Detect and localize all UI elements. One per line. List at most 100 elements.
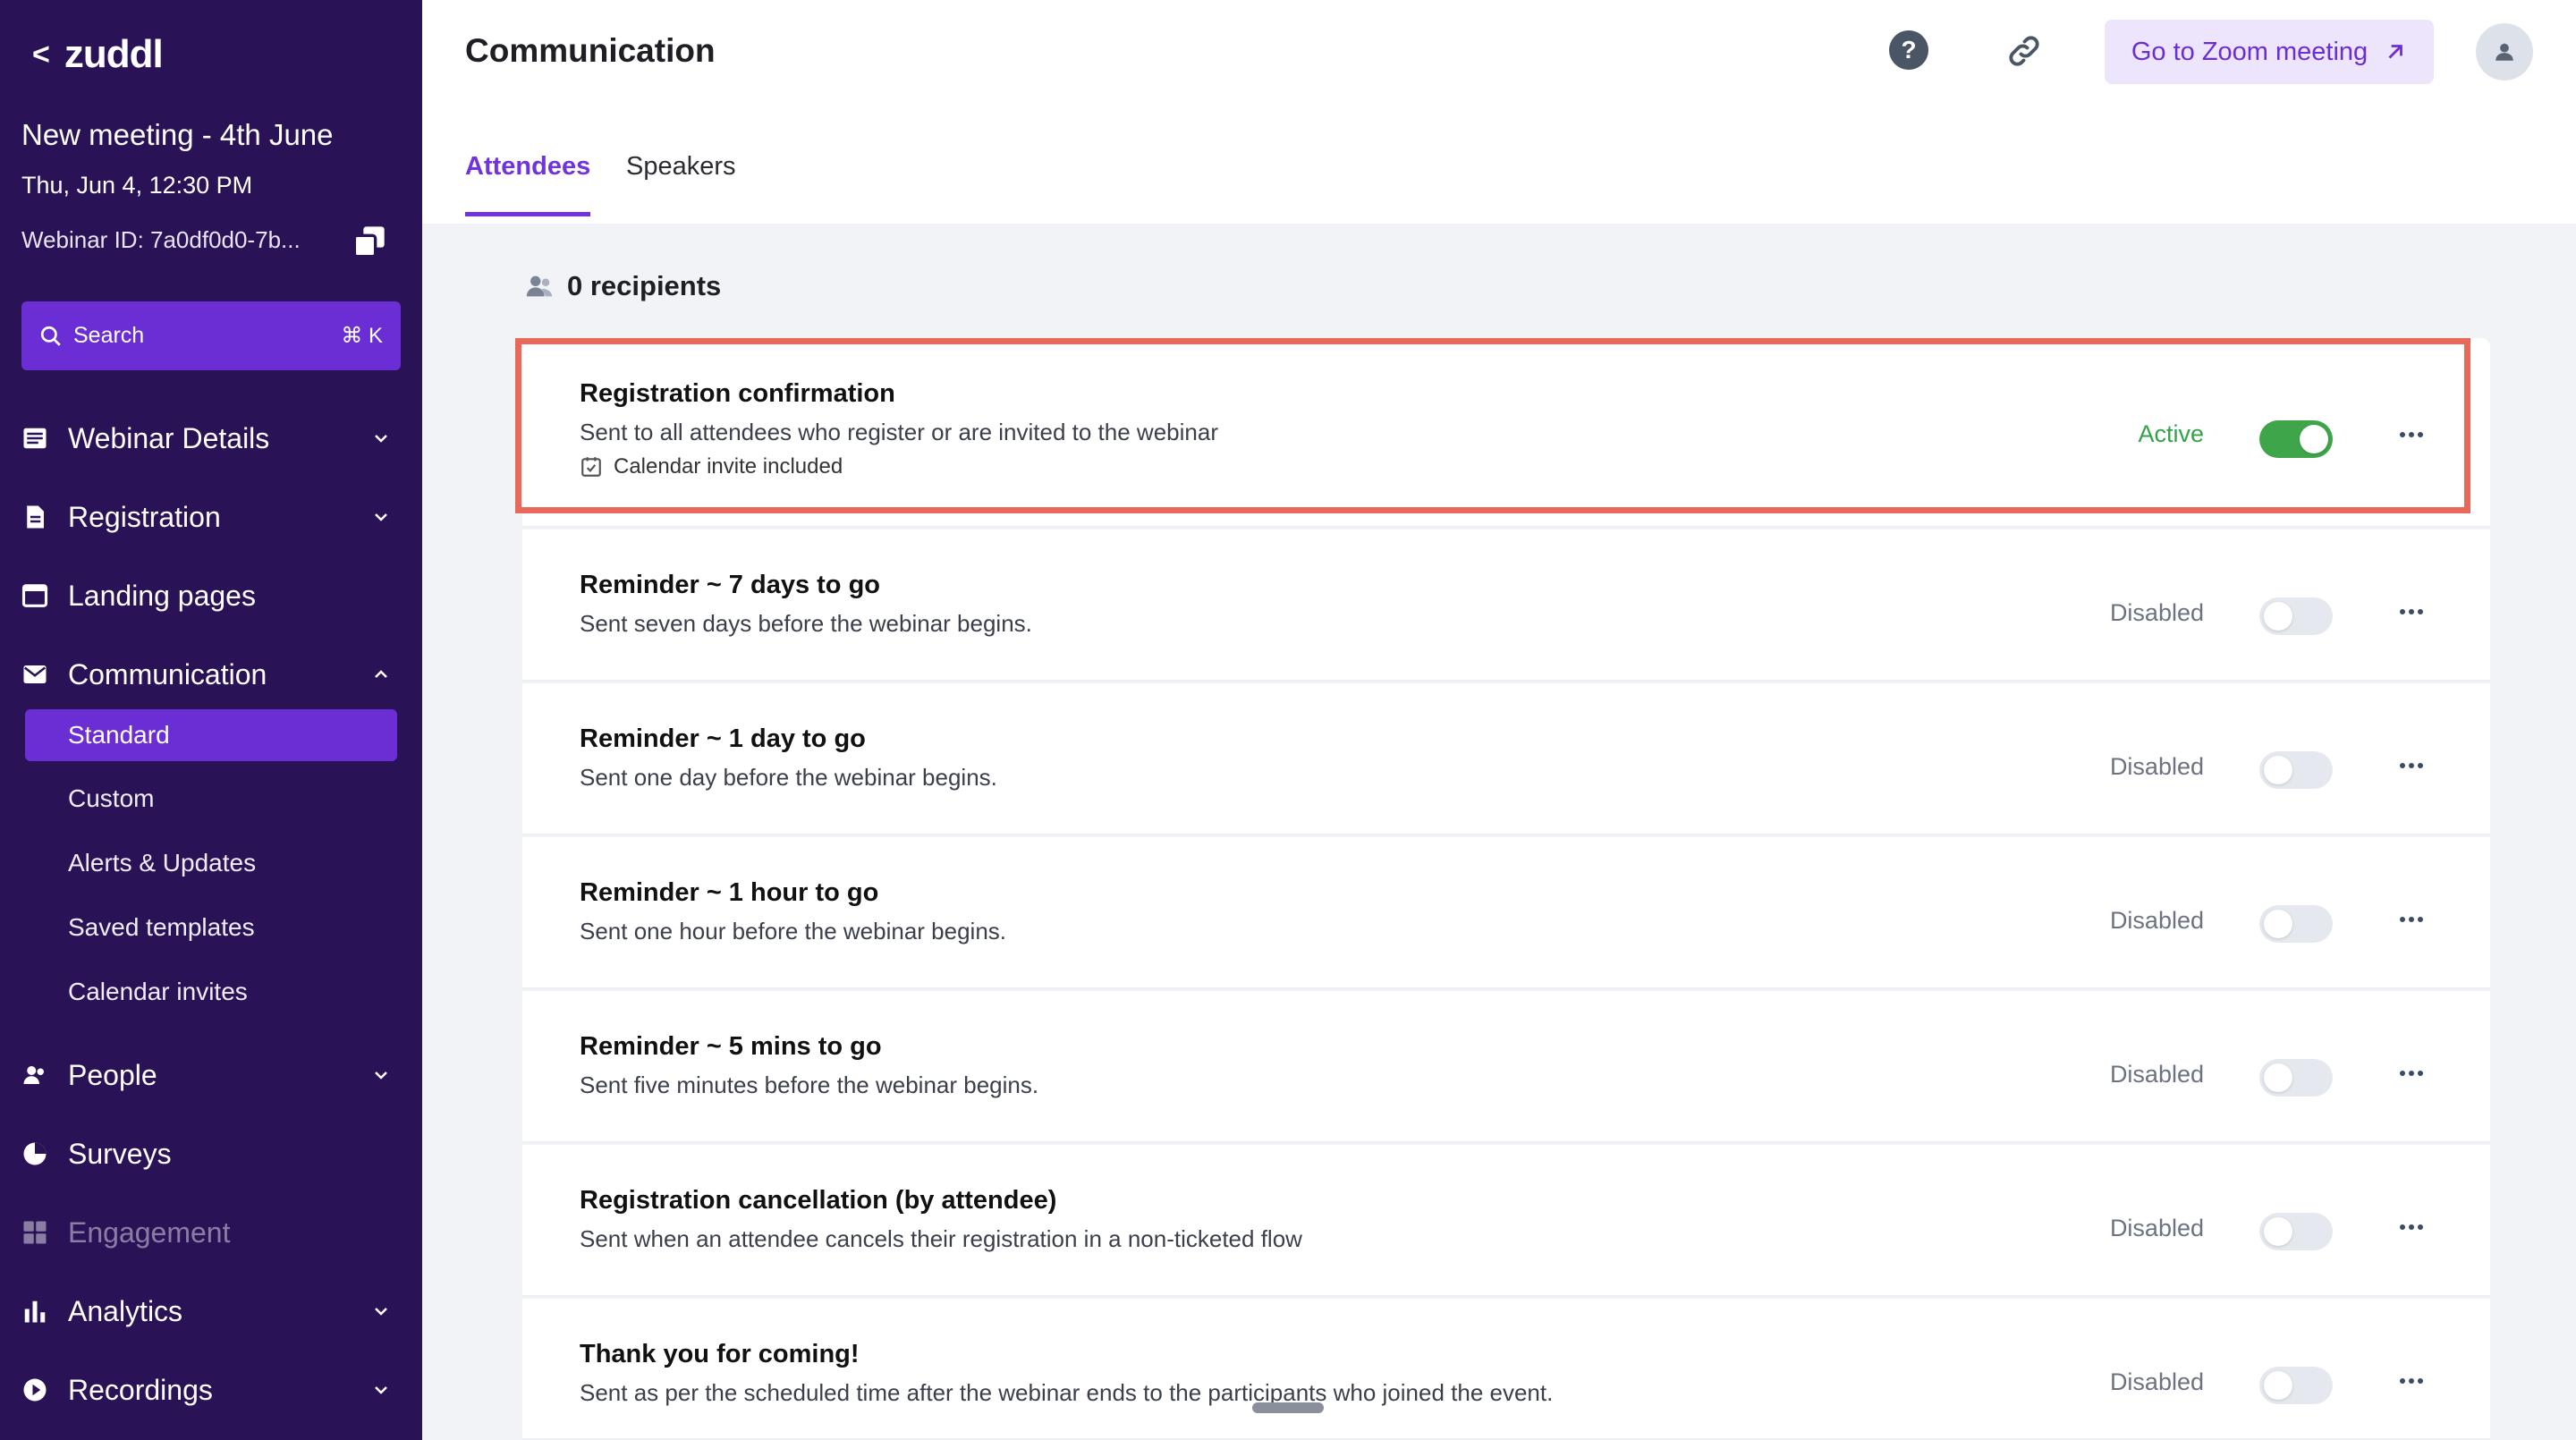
enable-toggle[interactable] [2259, 1059, 2333, 1097]
search-button[interactable]: Search ⌘ K [21, 301, 401, 370]
grid-icon [23, 1221, 47, 1244]
toggle-knob [2264, 756, 2292, 784]
copy-icon[interactable] [352, 224, 387, 259]
people-icon [23, 1066, 44, 1084]
help-icon[interactable]: ? [1889, 30, 1928, 70]
nav-label: Registration [68, 500, 221, 533]
people-icon [526, 275, 553, 297]
communication-row[interactable]: Reminder ~ 1 day to go Sent one day befo… [522, 683, 2490, 835]
nav-people[interactable]: People [21, 1050, 401, 1100]
document-icon [27, 505, 44, 529]
chevron-down-icon [375, 435, 387, 443]
communication-row[interactable]: Thank you for coming! Sent as per the sc… [522, 1299, 2490, 1440]
back-arrow-icon[interactable]: < [32, 39, 50, 70]
brand-logo: zuddl [64, 32, 164, 76]
more-options-icon[interactable] [2397, 755, 2426, 776]
communication-row[interactable]: Registration cancellation (by attendee) … [522, 1145, 2490, 1297]
browser-icon [21, 584, 48, 607]
communication-row[interactable]: Reminder ~ 5 mins to go Sent five minute… [522, 991, 2490, 1143]
recipients-label: 0 recipients [567, 270, 722, 301]
status-badge: Disabled [2109, 1061, 2204, 1088]
communication-row[interactable]: Reminder ~ 1 hour to go Sent one hour be… [522, 837, 2490, 989]
play-icon [23, 1378, 47, 1402]
enable-toggle[interactable] [2259, 1367, 2333, 1404]
status-badge: Disabled [2109, 907, 2204, 934]
nav-analytics[interactable]: Analytics [21, 1286, 401, 1336]
nav-landing-pages[interactable]: Landing pages [21, 571, 401, 621]
search-label: Search [73, 323, 145, 348]
nav-communication[interactable]: Communication [21, 649, 401, 699]
more-options-icon[interactable] [2397, 1370, 2426, 1392]
more-options-icon[interactable] [2397, 424, 2426, 445]
more-options-icon[interactable] [2397, 1063, 2426, 1084]
nav-label: Webinar Details [68, 421, 270, 454]
nav-label: Landing pages [68, 579, 256, 612]
row-title: Registration confirmation [580, 379, 895, 408]
toggle-knob [2264, 602, 2292, 631]
subnav-saved-templates[interactable]: Saved templates [25, 902, 397, 953]
row-description: Sent seven days before the webinar begin… [580, 610, 1032, 637]
communication-row[interactable]: Registration confirmation Sent to all at… [522, 338, 2490, 528]
calendar-check-icon [581, 457, 601, 477]
toggle-knob [2264, 1371, 2292, 1400]
nav-label: Recordings [68, 1373, 213, 1406]
nav-webinar-details[interactable]: Webinar Details [21, 413, 401, 463]
meeting-title: New meeting - 4th June [21, 118, 334, 151]
avatar[interactable] [2476, 23, 2533, 80]
more-options-icon[interactable] [2397, 909, 2426, 930]
subnav-alerts-updates[interactable]: Alerts & Updates [25, 837, 397, 889]
subnav-standard[interactable]: Standard [25, 709, 397, 761]
external-arrow-icon [2388, 45, 2403, 59]
enable-toggle[interactable] [2259, 597, 2333, 635]
nav-label: Communication [68, 657, 267, 690]
more-options-icon[interactable] [2397, 1216, 2426, 1238]
zoom-button-label: Go to Zoom meeting [2131, 37, 2368, 66]
subnav-custom[interactable]: Custom [25, 773, 397, 825]
meeting-date: Thu, Jun 4, 12:30 PM [21, 172, 253, 199]
page-title: Communication [465, 32, 716, 69]
row-title: Reminder ~ 1 hour to go [580, 878, 879, 907]
toggle-knob [2300, 425, 2328, 453]
tab-speakers[interactable]: Speakers [626, 152, 736, 212]
top-bar: Communication ? Go to Zoom meeting [422, 0, 2576, 116]
mail-icon [23, 665, 47, 683]
communication-row[interactable]: Reminder ~ 7 days to go Sent seven days … [522, 529, 2490, 682]
chevron-down-icon [375, 1072, 387, 1080]
recipients-count: 0 recipients [524, 270, 721, 302]
go-to-zoom-button[interactable]: Go to Zoom meeting [2105, 20, 2434, 84]
subnav-calendar-invites[interactable]: Calendar invites [25, 966, 397, 1018]
enable-toggle[interactable] [2259, 751, 2333, 789]
row-title: Reminder ~ 1 day to go [580, 724, 866, 753]
tab-bar: Attendees Speakers [422, 116, 2576, 224]
status-badge: Disabled [2109, 1215, 2204, 1241]
chevron-down-icon [375, 1386, 387, 1394]
row-description: Sent one day before the webinar begins. [580, 764, 997, 791]
row-description: Sent to all attendees who register or ar… [580, 419, 1218, 445]
chevron-down-icon [375, 513, 387, 521]
row-description: Sent as per the scheduled time after the… [580, 1379, 1554, 1406]
enable-toggle[interactable] [2259, 1213, 2333, 1250]
brand[interactable]: < zuddl [32, 32, 164, 77]
webinar-id: Webinar ID: 7a0df0d0-7b... [21, 226, 301, 253]
status-badge: Disabled [2109, 599, 2204, 626]
enable-toggle[interactable] [2259, 905, 2333, 943]
nav-surveys[interactable]: Surveys [21, 1129, 401, 1179]
row-title: Reminder ~ 7 days to go [580, 571, 881, 599]
status-badge: Active [2138, 420, 2204, 447]
more-options-icon[interactable] [2397, 601, 2426, 623]
link-icon[interactable] [2005, 32, 2043, 70]
enable-toggle[interactable] [2259, 420, 2333, 458]
toggle-knob [2264, 910, 2292, 938]
sidebar: < zuddl New meeting - 4th June Thu, Jun … [0, 0, 422, 1440]
scroll-handle[interactable] [1252, 1402, 1324, 1413]
row-description: Sent one hour before the webinar begins. [580, 918, 1007, 944]
nav-registration[interactable]: Registration [21, 492, 401, 542]
nav-recordings[interactable]: Recordings [21, 1365, 401, 1415]
user-icon [2496, 43, 2513, 61]
calendar-invite-note: Calendar invite included [580, 454, 843, 479]
toggle-knob [2264, 1217, 2292, 1246]
nav-engagement: Engagement [21, 1207, 401, 1258]
tab-attendees[interactable]: Attendees [465, 152, 591, 216]
nav-label: People [68, 1058, 157, 1091]
toggle-knob [2264, 1063, 2292, 1092]
